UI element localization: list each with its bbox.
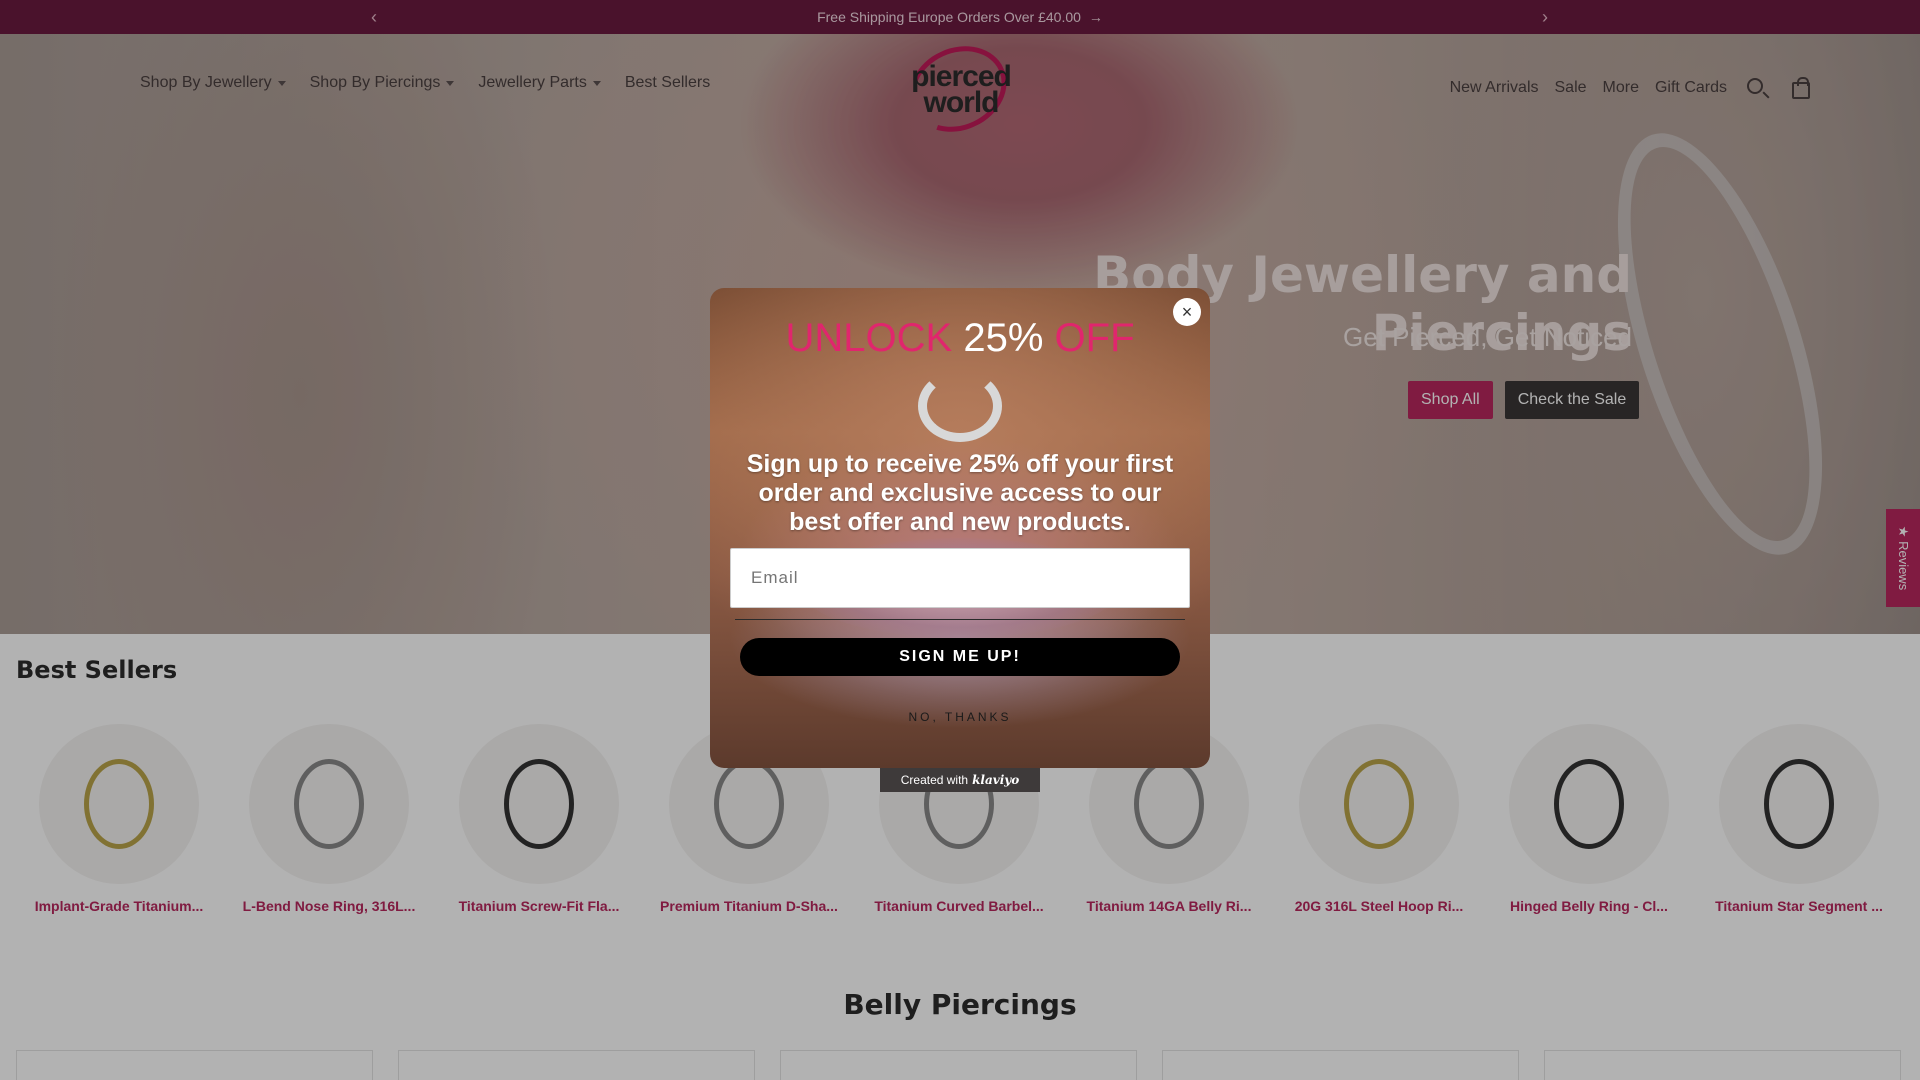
no-thanks-link[interactable]: NO, THANKS <box>710 710 1210 724</box>
email-field[interactable] <box>730 548 1190 608</box>
popup-septum-ring-decoration <box>918 370 1002 442</box>
created-with-klaviyo-badge[interactable]: Created with klaviyo <box>880 768 1040 792</box>
klaviyo-logo: klaviyo <box>972 773 1020 787</box>
email-underline <box>735 619 1185 620</box>
popup-body-text: Sign up to receive 25% off your first or… <box>746 450 1174 536</box>
signup-popup: × UNLOCK 25% OFF Sign up to receive 25% … <box>710 288 1210 768</box>
popup-headline: UNLOCK 25% OFF <box>785 316 1135 360</box>
sign-me-up-button[interactable]: SIGN ME UP! <box>740 638 1180 676</box>
